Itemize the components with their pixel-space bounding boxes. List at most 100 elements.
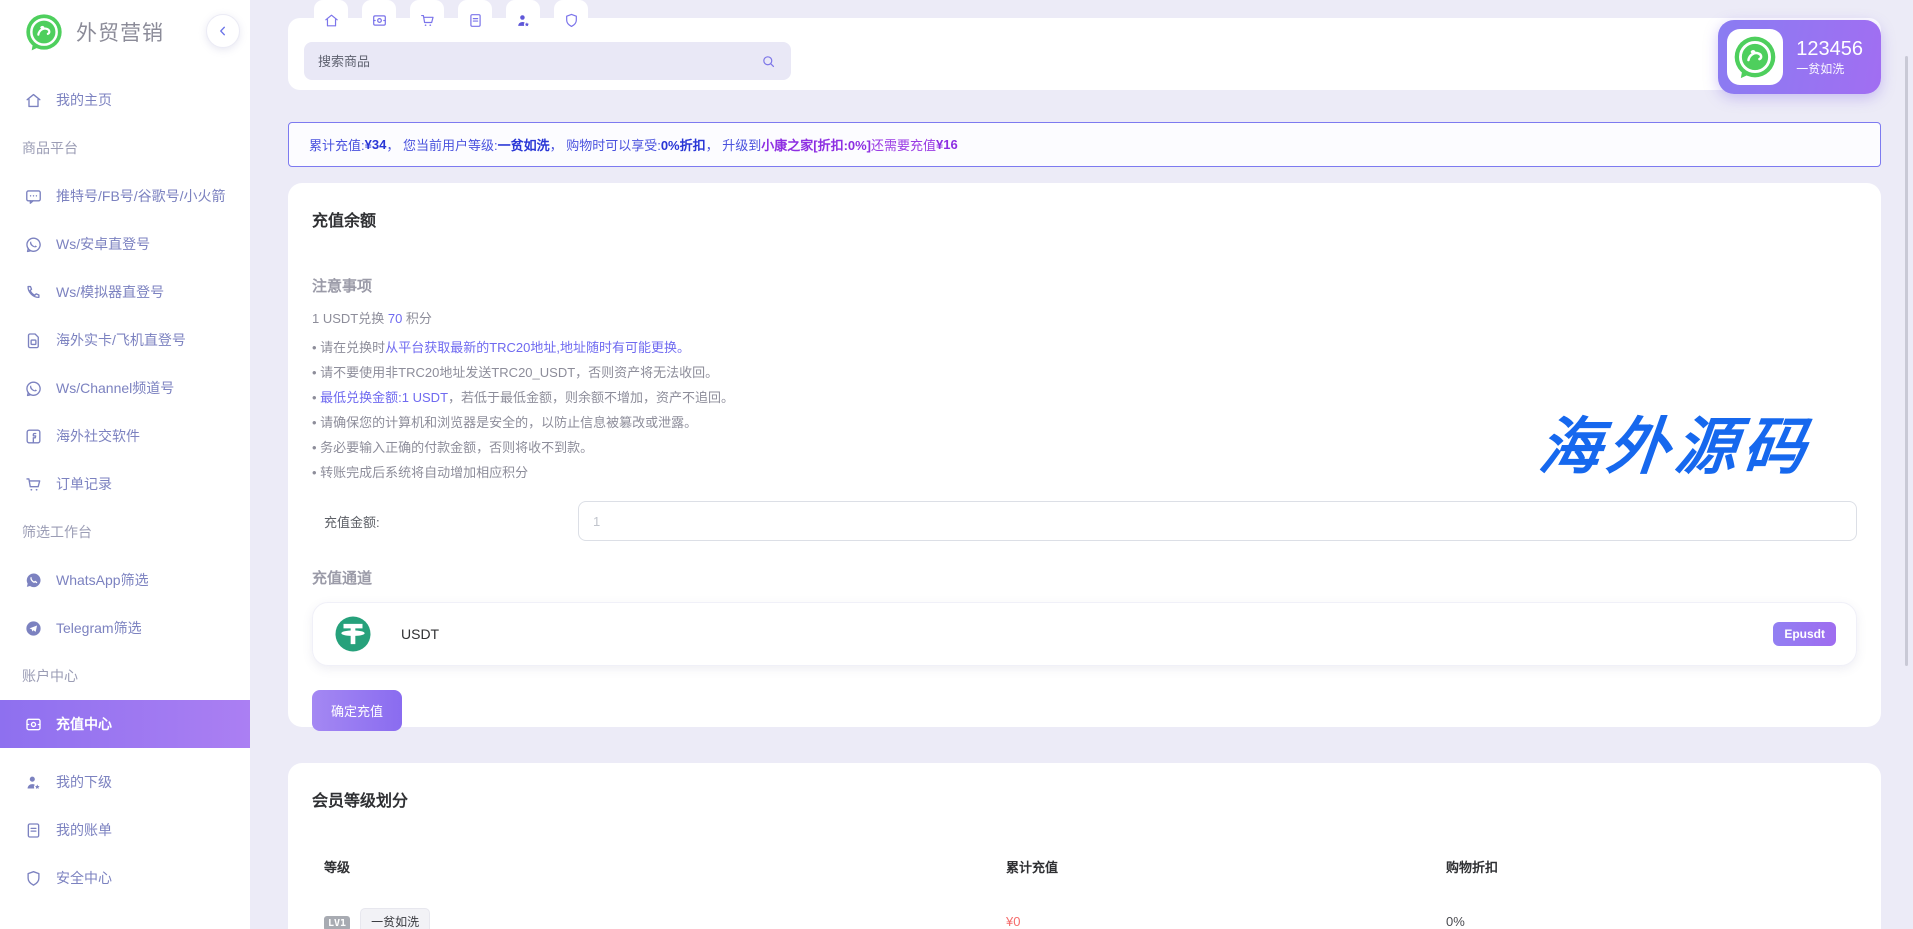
levels-table-header: 等级累计充值购物折扣	[312, 857, 1857, 876]
person-star-icon	[24, 773, 43, 792]
notes-list: 请在兑换时从平台获取最新的TRC20地址,地址随时有可能更换。请不要使用非TRC…	[312, 335, 1857, 485]
table-header-cell: 购物折扣	[1446, 857, 1845, 876]
text-segment: 转账完成后系统将自动增加相应积分	[320, 465, 528, 480]
tether-icon	[333, 614, 373, 654]
recharge-value: ¥0	[1006, 914, 1446, 929]
sidebar-item-label: 我的账单	[56, 820, 112, 840]
app-title: 外贸营销	[76, 17, 164, 47]
levels-table-body: LV1 一贫如洗 ¥00%	[312, 908, 1857, 929]
text-segment: ¥34	[365, 137, 387, 152]
channel-title: 充值通道	[312, 567, 1857, 588]
sidebar-item[interactable]: 我的下级	[0, 758, 250, 806]
sidebar-item[interactable]: Ws/安卓直登号	[0, 220, 250, 268]
quick-tabs	[314, 0, 588, 40]
sidebar-item-label: 我的下级	[56, 772, 112, 792]
logo-row: 外贸营销	[0, 0, 250, 64]
user-badge[interactable]: 123456 一贫如洗	[1718, 20, 1881, 94]
search-input[interactable]	[318, 54, 760, 69]
text-segment: 积分	[402, 311, 432, 326]
text-segment: 请不要使用非TRC20地址发送TRC20_USDT，否则资产将无法收回。	[320, 365, 718, 380]
shield-icon	[563, 12, 580, 29]
search-icon[interactable]	[760, 53, 777, 70]
sidebar-item[interactable]: 充值中心	[0, 700, 250, 748]
sidebar-nav: 我的主页商品平台推特号/FB号/谷歌号/小火箭 Ws/安卓直登号 Ws/模拟器直登号…	[0, 64, 250, 902]
level-badge: LV1	[324, 916, 350, 929]
tab-home[interactable]	[314, 0, 348, 40]
sidebar-section-label: 商品平台	[0, 124, 250, 172]
text-segment: 70	[388, 311, 402, 326]
sidebar-item-label: 海外实卡/飞机直登号	[56, 330, 186, 350]
sidebar-item-label: 安全中心	[56, 868, 112, 888]
page-scrollbar[interactable]	[1905, 56, 1908, 666]
tab-shield[interactable]	[554, 0, 588, 40]
app-logo-icon	[24, 12, 64, 52]
sidebar-item[interactable]: Ws/模拟器直登号	[0, 268, 250, 316]
sidebar-item[interactable]: WhatsApp筛选	[0, 556, 250, 604]
home-icon	[24, 91, 43, 110]
channel-name: USDT	[401, 626, 439, 642]
sidebar-item-label: 我的主页	[56, 90, 112, 110]
amount-row: 充值金额:	[312, 501, 1857, 541]
wallet-icon	[24, 715, 43, 734]
text-segment: ¥16	[936, 137, 958, 152]
sidebar-item-label: Ws/Channel频道号	[56, 378, 174, 398]
recharge-card-title: 充值余额	[312, 207, 1857, 231]
confirm-recharge-button[interactable]: 确定充值	[312, 690, 402, 731]
search-bar	[304, 42, 791, 80]
sidebar-item[interactable]: Ws/Channel频道号	[0, 364, 250, 412]
note-item: 最低兑换金额:1 USDT，若低于最低金额，则余额不增加，资产不追回。	[312, 385, 1857, 410]
whatsapp-icon	[24, 235, 43, 254]
tab-bill[interactable]	[458, 0, 492, 40]
table-header-cell: 等级	[324, 857, 1006, 876]
sidebar-collapse-button[interactable]	[206, 14, 240, 48]
table-header-cell: 累计充值	[1006, 857, 1446, 876]
sidebar-section-label: 筛选工作台	[0, 508, 250, 556]
sidebar-item[interactable]: 推特号/FB号/谷歌号/小火箭	[0, 172, 250, 220]
note-item: 请确保您的计算机和浏览器是安全的，以防止信息被篡改或泄露。	[312, 410, 1857, 435]
note-item: 务必要输入正确的付款金额，否则将收不到款。	[312, 435, 1857, 460]
text-segment: 1 USDT兑换	[312, 311, 388, 326]
user-name: 123456	[1796, 37, 1863, 61]
sidebar-item-label: Ws/安卓直登号	[56, 234, 150, 254]
sidebar-item[interactable]: 安全中心	[0, 854, 250, 902]
telegram-icon	[24, 619, 43, 638]
sidebar-item[interactable]: Telegram筛选	[0, 604, 250, 652]
wallet-icon	[371, 12, 388, 29]
text-segment: ， 您当前用户等级:	[386, 135, 497, 154]
bill-icon	[24, 821, 43, 840]
note-item: 请在兑换时从平台获取最新的TRC20地址,地址随时有可能更换。	[312, 335, 1857, 360]
discount-value: 0%	[1446, 914, 1845, 929]
sidebar-item[interactable]: 我的主页	[0, 76, 250, 124]
cart-icon	[24, 475, 43, 494]
levels-card-title: 会员等级划分	[312, 787, 1857, 811]
notes-title: 注意事项	[312, 275, 1857, 296]
tab-cart[interactable]	[410, 0, 444, 40]
header: 123456 一贫如洗	[288, 0, 1881, 90]
level-cell: LV1 一贫如洗	[324, 908, 1006, 929]
text-segment: ， 购物时可以享受:	[550, 135, 661, 154]
phone-icon	[24, 283, 43, 302]
level-name-chip: 一贫如洗	[360, 908, 430, 929]
tab-wallet[interactable]	[362, 0, 396, 40]
table-row: LV1 一贫如洗 ¥00%	[312, 908, 1857, 929]
sim-card-icon	[24, 331, 43, 350]
note-item: 转账完成后系统将自动增加相应积分	[312, 460, 1857, 485]
text-segment: 0%折扣	[661, 135, 706, 154]
text-segment: 从平台获取最新的TRC20地址,地址随时有可能更换。	[385, 340, 690, 355]
text-segment: ， 升级到	[706, 135, 762, 154]
channel-option-usdt[interactable]: USDT Epusdt	[312, 602, 1857, 666]
sidebar-item-label: WhatsApp筛选	[56, 570, 149, 590]
recharge-card: 充值余额 注意事项 1 USDT兑换 70 积分 请在兑换时从平台获取最新的TR…	[288, 183, 1881, 727]
recharge-level-alert: 累计充值: ¥34， 您当前用户等级: 一贫如洗， 购物时可以享受: 0%折扣 …	[288, 122, 1881, 167]
amount-input[interactable]	[578, 501, 1857, 541]
sidebar-item[interactable]: 订单记录	[0, 460, 250, 508]
amount-label: 充值金额:	[312, 512, 578, 531]
facebook-icon	[24, 427, 43, 446]
whatsapp-icon	[24, 379, 43, 398]
sidebar-item-label: Ws/模拟器直登号	[56, 282, 164, 302]
sidebar-item[interactable]: 我的账单	[0, 806, 250, 854]
sidebar-item[interactable]: 海外社交软件	[0, 412, 250, 460]
tab-person-star[interactable]	[506, 0, 540, 40]
sidebar-item[interactable]: 海外实卡/飞机直登号	[0, 316, 250, 364]
note-item: 请不要使用非TRC20地址发送TRC20_USDT，否则资产将无法收回。	[312, 360, 1857, 385]
